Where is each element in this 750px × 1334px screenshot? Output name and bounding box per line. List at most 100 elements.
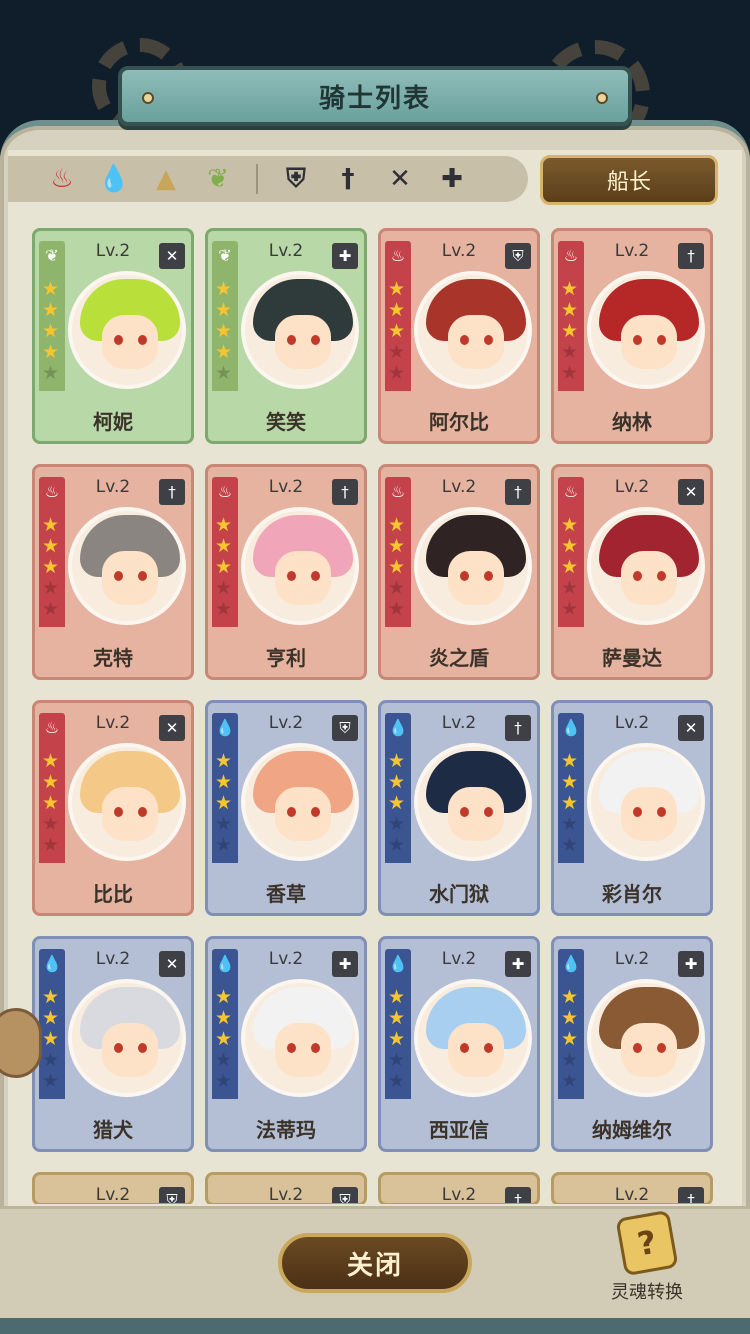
knight-name: 彩肖尔: [602, 882, 662, 906]
portrait-eye: [657, 571, 666, 581]
knight-card[interactable]: 💧 Lv.2 ✚ ★ ★ ★ ★ ★ 西亚信: [378, 936, 540, 1152]
star-icon: ★: [561, 1070, 579, 1092]
sword-class-filter-icon[interactable]: †: [328, 159, 368, 199]
star-icon: ★: [388, 1028, 406, 1050]
close-button[interactable]: 关闭: [278, 1233, 472, 1293]
support-class-filter-icon[interactable]: ✚: [432, 159, 472, 199]
knight-name: 亨利: [266, 646, 306, 670]
fire-filter-icon[interactable]: ♨: [42, 159, 82, 199]
star-icon: ★: [215, 535, 233, 557]
knight-card[interactable]: Lv.2 †: [551, 1172, 713, 1204]
star-icon: ★: [42, 792, 60, 814]
knight-card[interactable]: ♨ Lv.2 ✕ ★ ★ ★ ★ ★ 萨曼达: [551, 464, 713, 680]
knight-card[interactable]: ♨ Lv.2 † ★ ★ ★ ★ ★ 亨利: [205, 464, 367, 680]
knight-name: 水门狱: [429, 882, 489, 906]
knight-card[interactable]: 💧 Lv.2 † ★ ★ ★ ★ ★ 水门狱: [378, 700, 540, 916]
portrait-eye: [657, 1043, 666, 1053]
side-avatar[interactable]: [0, 1008, 42, 1078]
star-icon: ★: [388, 1007, 406, 1029]
wind-filter-icon[interactable]: ❦: [198, 159, 238, 199]
knight-portrait: [241, 271, 359, 389]
captain-button[interactable]: 船长: [540, 155, 718, 205]
class-icon: ⛨: [505, 243, 531, 269]
knight-card[interactable]: ♨ Lv.2 † ★ ★ ★ ★ ★ 炎之盾: [378, 464, 540, 680]
knight-card[interactable]: ❦ Lv.2 ✕ ★ ★ ★ ★ ★ 柯妮: [32, 228, 194, 444]
knight-card[interactable]: 💧 Lv.2 ✚ ★ ★ ★ ★ ★ 法蒂玛: [205, 936, 367, 1152]
knight-card[interactable]: Lv.2 ⛨: [32, 1172, 194, 1204]
portrait-face: [621, 551, 677, 605]
star-icon: ★: [42, 771, 60, 793]
star-icon: ★: [388, 535, 406, 557]
portrait-eye: [138, 571, 147, 581]
knight-portrait: [241, 507, 359, 625]
class-icon: †: [505, 479, 531, 505]
knight-card[interactable]: ♨ Lv.2 ⛨ ★ ★ ★ ★ ★ 阿尔比: [378, 228, 540, 444]
portrait-eye: [460, 807, 469, 817]
star-icon: ★: [42, 362, 60, 384]
star-icon: ★: [215, 750, 233, 772]
star-icon: ★: [215, 986, 233, 1008]
star-icon: ★: [215, 1070, 233, 1092]
star-icon: ★: [561, 514, 579, 536]
knight-card[interactable]: 💧 Lv.2 ⛨ ★ ★ ★ ★ ★ 香草: [205, 700, 367, 916]
bolt-icon: [142, 92, 154, 104]
star-rating: ★ ★ ★ ★ ★: [215, 987, 235, 1091]
class-icon: †: [505, 1187, 531, 1203]
star-icon: ★: [388, 577, 406, 599]
star-icon: ★: [561, 577, 579, 599]
star-icon: ★: [388, 834, 406, 856]
star-icon: ★: [42, 556, 60, 578]
star-rating: ★ ★ ★ ★ ★: [388, 987, 408, 1091]
knight-card[interactable]: 💧 Lv.2 ✕ ★ ★ ★ ★ ★ 猎犬: [32, 936, 194, 1152]
portrait-eye: [114, 807, 123, 817]
class-icon: ✕: [678, 715, 704, 741]
portrait-eye: [311, 1043, 320, 1053]
knight-grid[interactable]: ❦ Lv.2 ✕ ★ ★ ★ ★ ★ 柯妮 ❦ Lv.2 ✚ ★ ★ ★ ★ ★ 笑笑 ♨ Lv.2 ⛨ ★ ★ ★ ★ ★ 阿尔比…: [32, 228, 718, 1204]
knight-card[interactable]: ♨ Lv.2 ✕ ★ ★ ★ ★ ★ 比比: [32, 700, 194, 916]
star-icon: ★: [215, 278, 233, 300]
star-rating: ★ ★ ★ ★ ★: [42, 751, 62, 855]
portrait-eye: [633, 571, 642, 581]
soul-convert-icon: ?: [615, 1209, 679, 1277]
knight-card[interactable]: 💧 Lv.2 ✚ ★ ★ ★ ★ ★ 纳姆维尔: [551, 936, 713, 1152]
knight-portrait: [414, 507, 532, 625]
knight-card[interactable]: 💧 Lv.2 ✕ ★ ★ ★ ★ ★ 彩肖尔: [551, 700, 713, 916]
soul-convert-button[interactable]: ? 灵魂转换: [604, 1209, 690, 1314]
defense-class-filter-icon[interactable]: ⛨: [276, 159, 316, 199]
star-icon: ★: [42, 278, 60, 300]
knight-card[interactable]: Lv.2 ⛨: [205, 1172, 367, 1204]
portrait-eye: [138, 807, 147, 817]
star-icon: ★: [561, 834, 579, 856]
knight-card[interactable]: Lv.2 †: [378, 1172, 540, 1204]
star-icon: ★: [215, 834, 233, 856]
star-icon: ★: [561, 792, 579, 814]
star-icon: ★: [42, 341, 60, 363]
star-icon: ★: [388, 750, 406, 772]
knight-name: 比比: [93, 882, 133, 906]
water-filter-icon[interactable]: 💧: [94, 159, 134, 199]
class-icon: †: [678, 1187, 704, 1203]
star-icon: ★: [215, 813, 233, 835]
star-icon: ★: [388, 299, 406, 321]
star-icon: ★: [42, 320, 60, 342]
ranged-class-filter-icon[interactable]: ✕: [380, 159, 420, 199]
portrait-eye: [311, 335, 320, 345]
star-icon: ★: [42, 598, 60, 620]
star-icon: ★: [42, 1028, 60, 1050]
star-rating: ★ ★ ★ ★ ★: [42, 515, 62, 619]
earth-filter-icon[interactable]: ▲: [146, 159, 186, 199]
knight-card[interactable]: ♨ Lv.2 † ★ ★ ★ ★ ★ 克特: [32, 464, 194, 680]
knight-name: 柯妮: [93, 410, 133, 434]
bolt-icon: [596, 92, 608, 104]
title-bar: 骑士列表: [118, 66, 632, 126]
star-icon: ★: [388, 320, 406, 342]
star-icon: ★: [42, 813, 60, 835]
class-icon: ⛨: [159, 1187, 185, 1203]
portrait-eye: [633, 1043, 642, 1053]
knight-portrait: [68, 743, 186, 861]
star-icon: ★: [215, 556, 233, 578]
class-icon: ✚: [332, 951, 358, 977]
knight-portrait: [241, 743, 359, 861]
knight-card[interactable]: ❦ Lv.2 ✚ ★ ★ ★ ★ ★ 笑笑: [205, 228, 367, 444]
knight-card[interactable]: ♨ Lv.2 † ★ ★ ★ ★ ★ 纳林: [551, 228, 713, 444]
